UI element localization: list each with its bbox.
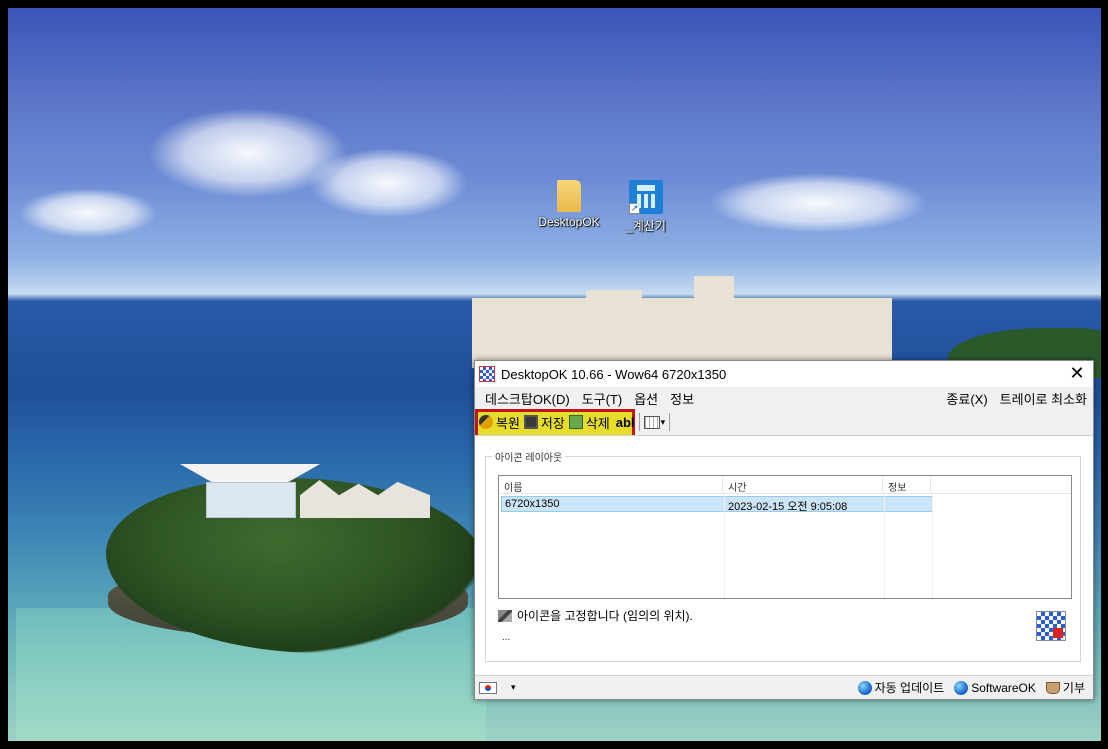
- cloud: [308, 148, 468, 218]
- window-title: DesktopOK 10.66 - Wow64 6720x1350: [501, 366, 727, 382]
- korea-flag-icon[interactable]: [479, 681, 497, 694]
- column-header-info[interactable]: 정보: [883, 476, 931, 494]
- cloud: [18, 188, 158, 238]
- status-bar: ▾ 자동 업데이트 SoftwareOK 기부: [475, 675, 1093, 699]
- lock-icons-option[interactable]: 아이콘을 고정합니다 (임의의 위치).: [498, 607, 693, 624]
- save-label: 저장: [540, 415, 565, 431]
- menu-options[interactable]: 옵션: [628, 389, 664, 408]
- pavilion: [206, 482, 296, 518]
- menu-info[interactable]: 정보: [664, 389, 700, 408]
- save-icon: [523, 415, 538, 429]
- cloud: [708, 173, 928, 233]
- auto-update-link[interactable]: 자동 업데이트: [857, 679, 945, 696]
- cell-info: [884, 497, 932, 511]
- language-dropdown-icon[interactable]: ▾: [511, 682, 516, 693]
- globe-icon: [857, 680, 872, 695]
- hotel-building: [472, 298, 892, 368]
- folder-icon: [557, 180, 581, 212]
- view-dropdown-icon[interactable]: ▾: [661, 417, 666, 428]
- donate-link[interactable]: 기부: [1045, 679, 1085, 696]
- title-bar[interactable]: DesktopOK 10.66 - Wow64 6720x1350 ✕: [475, 361, 1093, 387]
- column-header-name[interactable]: 이름: [499, 476, 723, 494]
- desktop-icon-label: DesktopOK: [538, 215, 600, 229]
- delete-icon: [568, 415, 583, 429]
- menu-desktopok[interactable]: 데스크탑OK(D): [479, 389, 576, 408]
- icon-layout-group: 아이콘 레이아웃 이름 시간 정보 6720x1350 2023-02-15 오…: [485, 449, 1081, 662]
- main-panel: 아이콘 레이아웃 이름 시간 정보 6720x1350 2023-02-15 오…: [475, 435, 1093, 677]
- column-divider: [724, 494, 725, 598]
- desktop-icon-label: _계산기: [626, 219, 666, 233]
- rename-button[interactable]: abl: [616, 415, 635, 430]
- calculator-icon: ↗: [629, 180, 663, 214]
- softwareok-link[interactable]: SoftwareOK: [954, 680, 1036, 695]
- menu-exit[interactable]: 종료(X): [940, 389, 993, 408]
- list-header: 이름 시간 정보: [499, 476, 1071, 494]
- toolbar: 복원 저장 삭제 abl ▾: [475, 409, 1093, 439]
- delete-label: 삭제: [585, 415, 610, 431]
- menu-tools[interactable]: 도구(T): [576, 389, 629, 408]
- restore-button[interactable]: 복원: [479, 413, 520, 432]
- desktopok-window: DesktopOK 10.66 - Wow64 6720x1350 ✕ 데스크탑…: [474, 360, 1094, 700]
- table-row[interactable]: 6720x1350 2023-02-15 오전 9:05:08: [501, 496, 933, 513]
- group-label: 아이콘 레이아웃: [492, 449, 566, 464]
- globe-icon: [954, 680, 969, 695]
- softwareok-label: SoftwareOK: [971, 680, 1036, 695]
- save-button[interactable]: 저장: [523, 413, 565, 432]
- menu-bar: 데스크탑OK(D) 도구(T) 옵션 정보 종료(X) 트레이로 최소화: [475, 387, 1093, 409]
- desktopok-logo-icon[interactable]: [1036, 611, 1066, 641]
- layout-list[interactable]: 이름 시간 정보 6720x1350 2023-02-15 오전 9:05:08: [498, 475, 1072, 599]
- column-header-time[interactable]: 시간: [723, 476, 883, 494]
- lock-icons-label: 아이콘을 고정합니다 (임의의 위치).: [517, 609, 693, 623]
- column-divider: [884, 494, 885, 598]
- desktop-icon-desktopok[interactable]: DesktopOK: [534, 180, 604, 229]
- restore-icon: [479, 415, 493, 429]
- desktop-icon-calculator[interactable]: ↗ _계산기: [611, 180, 681, 234]
- coffee-icon: [1045, 681, 1060, 694]
- app-icon: [479, 366, 495, 382]
- auto-update-label: 자동 업데이트: [874, 681, 945, 695]
- shortcut-arrow-icon: ↗: [629, 203, 640, 214]
- delete-button[interactable]: 삭제: [568, 413, 610, 432]
- hotel-building: [694, 276, 734, 306]
- cell-name: 6720x1350: [505, 498, 560, 510]
- restore-label: 복원: [496, 415, 520, 431]
- menu-minimize-to-tray[interactable]: 트레이로 최소화: [994, 389, 1093, 408]
- cell-time: 2023-02-15 오전 9:05:08: [727, 501, 848, 513]
- view-grid-icon[interactable]: [643, 415, 660, 429]
- column-divider: [932, 494, 933, 598]
- more-dots[interactable]: ...: [502, 632, 510, 643]
- hotel-building: [586, 290, 642, 310]
- donate-label: 기부: [1062, 681, 1085, 695]
- pin-icon: [498, 609, 512, 622]
- toolbar-separator: [638, 413, 640, 431]
- toolbar-separator: [669, 413, 671, 431]
- close-button[interactable]: ✕: [1065, 363, 1089, 385]
